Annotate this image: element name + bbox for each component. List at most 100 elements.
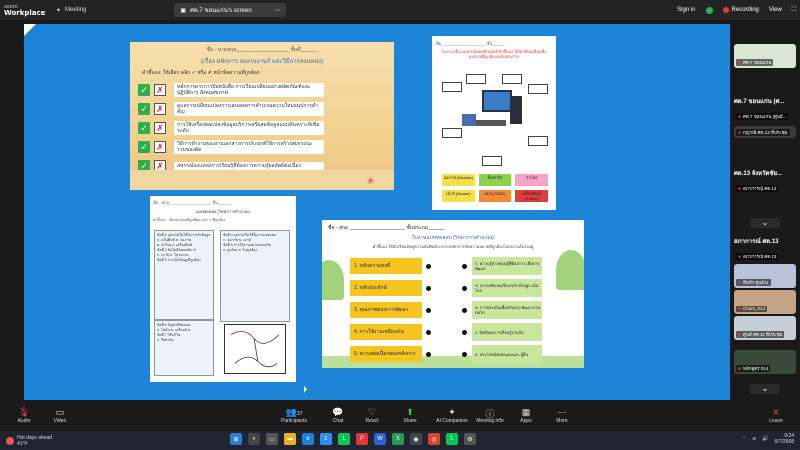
weather-widget[interactable]: Hot days ahead 41°F — [0, 435, 200, 447]
apps-button[interactable]: ▦ Apps — [506, 407, 546, 424]
microphone-muted-icon: ● — [738, 280, 742, 286]
cross-icon[interactable]: ✗ — [154, 141, 166, 153]
worksheet-computer-parts: ชื่อ____________________ ชั้น______ ใบงา… — [432, 36, 556, 210]
wifi-icon[interactable]: ≋ — [752, 436, 756, 442]
participants-button[interactable]: 👥37 Participants — [272, 407, 316, 424]
answer-box — [528, 136, 548, 146]
app-icon[interactable]: ◉ — [410, 433, 422, 445]
circuit-diagram — [224, 324, 286, 374]
meeting-info-button[interactable]: ⓘ Meeting info — [470, 407, 510, 424]
match-dot-right[interactable] — [462, 286, 467, 291]
shared-screen: ชื่อ - นามสกุล___________________ ชั้นที… — [24, 24, 730, 400]
edge-icon[interactable]: e — [302, 433, 314, 445]
volume-icon[interactable]: 🔊 — [762, 436, 768, 442]
match-dot-left[interactable] — [426, 264, 431, 269]
worksheet4-header: ชื่อ - สกุล ____________________ ชั้นประ… — [328, 225, 445, 231]
participant-name: ● ศต.7 ขอนแก่น — [736, 59, 774, 66]
part-label: เครื่องพิมพ์ (Printer) — [515, 190, 548, 202]
participant-name-text: ทิพรัก ศูนย์11 — [743, 280, 769, 285]
sign-in-link[interactable]: Sign in — [677, 7, 695, 13]
leave-icon: ✕ — [772, 407, 780, 417]
statement-text: สหกรณ์ลงแหล่งการเรียนรู้ที่ต้องการความรู… — [174, 162, 324, 170]
cross-icon[interactable]: ✗ — [154, 84, 166, 96]
more-icon: ⋯ — [557, 407, 567, 417]
microphone-muted-icon: ● — [738, 254, 742, 260]
participant-tile[interactable]: ● ศต.7 ขอนแก่น (ศูนย์... — [734, 110, 796, 122]
participant-tile[interactable]: ● สภาการณ์ ศต.13 — [734, 182, 796, 194]
participant-tile[interactable]: ● Chom_014 — [734, 290, 796, 314]
meeting-tab[interactable]: ✦ Meeting — [48, 7, 94, 14]
share-button[interactable]: ⬆ Share — [390, 407, 430, 424]
start-icon[interactable]: ⊞ — [230, 433, 242, 445]
participant-tile[interactable]: ● หลักสูตร 014 — [734, 350, 796, 374]
zoom-icon[interactable]: z — [320, 433, 332, 445]
quiz-line: ก. รีสตาร์ท — [157, 338, 174, 342]
statement-row: ✓ ✗ การใช้เครื่องพลแปลงข้อมูลบริการเสรีผสม… — [138, 119, 386, 137]
top-bar: zoom Workplace ✦ Meeting ▣ ศต.7 ขอนแก่น'… — [0, 0, 800, 20]
participant-name: ● Chom_014 — [736, 306, 768, 312]
shield-icon — [705, 6, 713, 14]
chevron-up-icon[interactable]: ⌃ — [742, 436, 746, 442]
cross-icon[interactable]: ✗ — [154, 122, 166, 134]
check-icon[interactable]: ✓ — [138, 141, 150, 153]
worksheet1-instruction: คำชี้แจง: ให้เลือก คลิก ✓ หรือ ✗ หน้าข้อ… — [142, 70, 260, 76]
fullscreen-icon[interactable]: ⛶ — [792, 7, 796, 14]
match-right-item: ง. ข้อดีของการเรียนรู้ร่วมกัน — [472, 323, 542, 341]
participant-tile[interactable]: ● กญ่าณี ศต.13 ที่ประชุม — [734, 126, 796, 138]
participant-name: ● กญ่าณี ศต.13 ที่ประชุม — [736, 129, 790, 136]
microphone-muted-icon: 🎙 — [18, 407, 30, 417]
match-right-item: ก. ความรู้ทางทฤษฎีที่ต้องการ เพื่อการพัฒ… — [472, 257, 542, 275]
excel-icon[interactable]: X — [392, 433, 404, 445]
meeting-info-label: Meeting info — [476, 418, 504, 424]
chrome-icon[interactable]: ◎ — [428, 433, 440, 445]
line-icon[interactable]: L — [446, 433, 458, 445]
file-explorer-icon[interactable]: ▬ — [284, 433, 296, 445]
recording-indicator[interactable]: Recording — [722, 7, 759, 13]
line-icon[interactable]: L — [338, 433, 350, 445]
settings-icon[interactable]: ⚙ — [464, 433, 476, 445]
check-icon[interactable]: ✓ — [138, 122, 150, 134]
check-icon[interactable]: ✓ — [138, 103, 150, 115]
match-dot-left[interactable] — [426, 352, 431, 357]
chevron-down-icon[interactable]: ⌄ — [750, 218, 780, 228]
microphone-muted-icon: ● — [738, 114, 742, 120]
match-dot-right[interactable] — [462, 330, 467, 335]
audio-button[interactable]: 🎙 Audio — [4, 407, 44, 424]
video-camera-icon: ▭ — [55, 407, 65, 417]
leave-button[interactable]: ✕ Leave — [756, 407, 796, 424]
search-icon[interactable]: ⌕ — [248, 433, 260, 445]
participant-tile[interactable]: ● ศูนย์ ศต.11 ที่ประชุม — [734, 316, 796, 340]
microphone-muted-icon: ● — [738, 332, 742, 338]
shared-screen-tab[interactable]: ▣ ศต.7 ขอนแก่น's screen ⋯ — [174, 3, 287, 17]
clock[interactable]: 9:24 6/7/2568 — [775, 433, 794, 445]
view-button[interactable]: View — [769, 7, 782, 13]
microphone-muted-icon: ● — [738, 306, 742, 312]
ai-companion-button[interactable]: ✦ AI Companion — [430, 407, 474, 424]
powerpoint-icon[interactable]: P — [356, 433, 368, 445]
more-options-icon[interactable]: ⋯ — [274, 7, 280, 14]
statement-text: ดูแลการเปลี่ยนแปลงการเสนอผลการคำนวณความใ… — [174, 102, 324, 116]
match-dot-right[interactable] — [462, 352, 467, 357]
task-view-icon[interactable]: ▭ — [266, 433, 278, 445]
match-dot-right[interactable] — [462, 264, 467, 269]
computer-illustration — [462, 90, 522, 146]
match-dot-right[interactable] — [462, 308, 467, 313]
statement-row: ✓ ✗ วิธีการทำงานของงานเอกสารการประยุกต์ใช้… — [138, 138, 386, 156]
audio-label: Audio — [17, 418, 31, 424]
cross-icon[interactable]: ✗ — [154, 103, 166, 115]
match-dot-left[interactable] — [426, 330, 431, 335]
more-button[interactable]: ⋯ More — [542, 407, 582, 424]
participant-tile[interactable]: ● ศต.7 ขอนแก่น — [734, 44, 796, 68]
answer-box — [502, 74, 522, 84]
participant-tile[interactable]: ● ทิพรัก ศูนย์11 — [734, 264, 796, 288]
word-icon[interactable]: W — [374, 433, 386, 445]
match-dot-left[interactable] — [426, 286, 431, 291]
quiz-line: ก. ถูกต้อง ข. ไม่ถูกต้อง — [223, 248, 258, 252]
video-button[interactable]: ▭ Video — [40, 407, 80, 424]
check-icon[interactable]: ✓ — [138, 84, 150, 96]
participant-tile[interactable]: ● สภาการณ์ ศต.13 — [734, 250, 796, 262]
info-icon: ⓘ — [485, 409, 495, 419]
chevron-down-icon[interactable]: ⌄ — [750, 384, 780, 394]
react-button[interactable]: ♡ React — [352, 407, 392, 424]
match-dot-left[interactable] — [426, 308, 431, 313]
